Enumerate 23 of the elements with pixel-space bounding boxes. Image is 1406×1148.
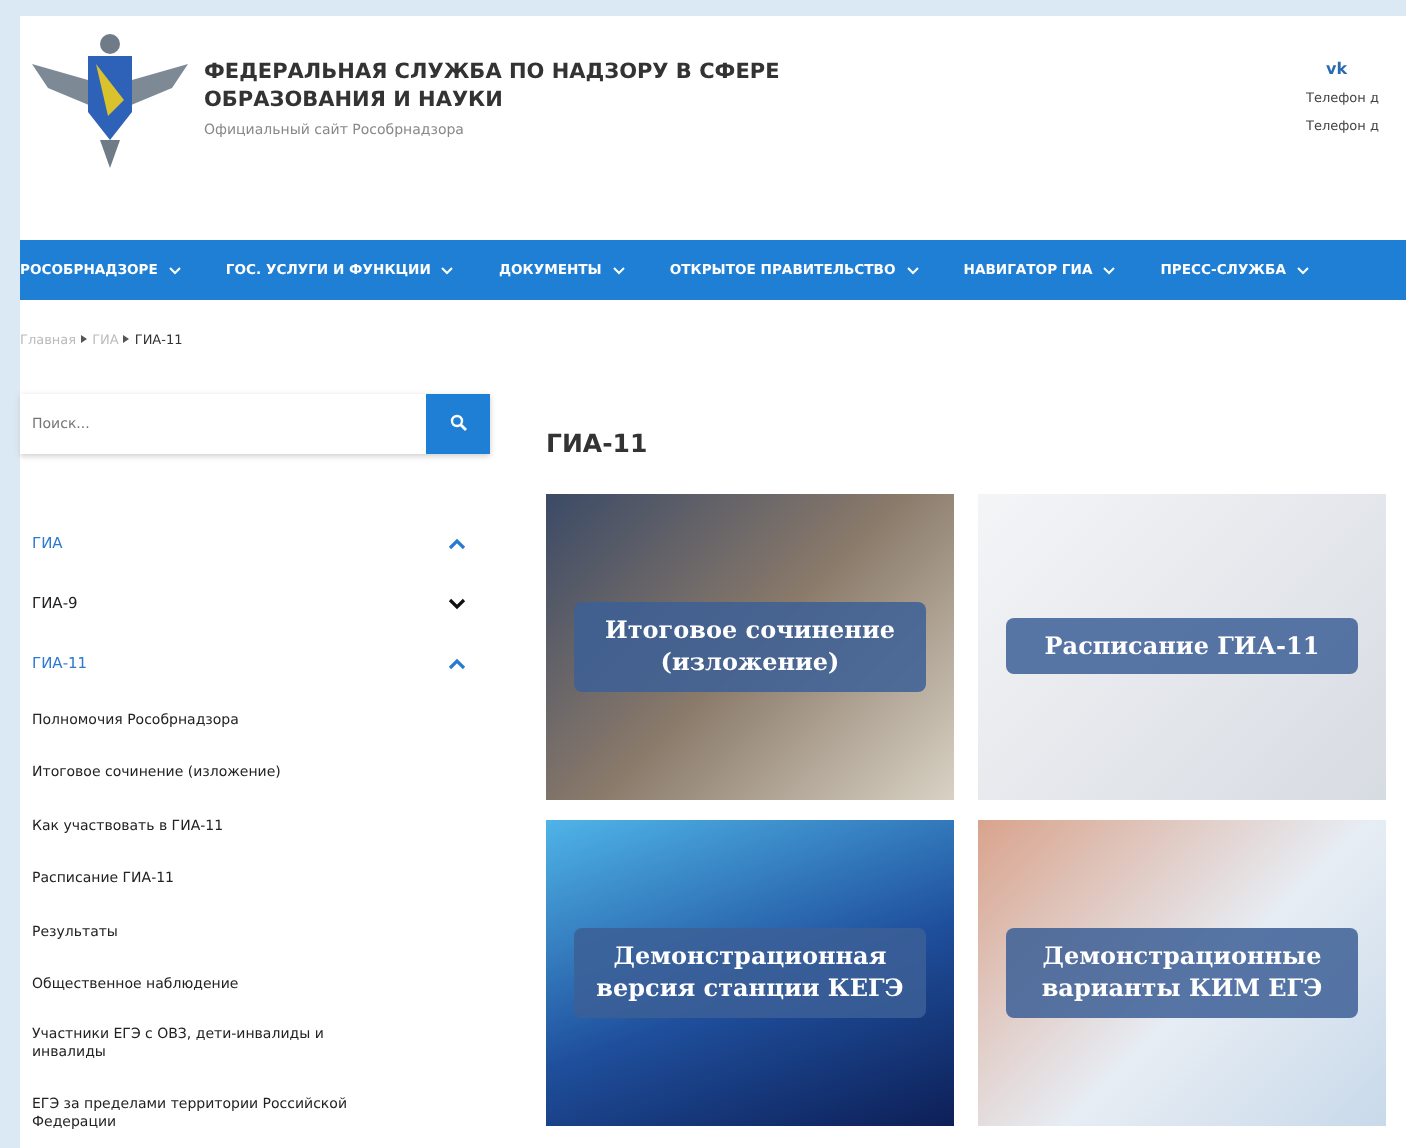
chevron-down-icon xyxy=(167,265,182,276)
search-button[interactable] xyxy=(426,393,490,454)
card-label: Итоговое сочинение (изложение) xyxy=(574,602,926,692)
chevron-down-icon xyxy=(1102,265,1117,276)
chevron-down-icon xyxy=(905,265,920,276)
page-heading: ГИА-11 xyxy=(546,427,650,458)
chevron-down-icon xyxy=(440,265,455,276)
site-title: ФЕДЕРАЛЬНАЯ СЛУЖБА ПО НАДЗОРУ В СФЕРЕ xyxy=(204,60,780,84)
photo-card[interactable]: Демонстрационная версия станции КЕГЭ xyxy=(546,819,954,1126)
photo-card[interactable]: Расписание ГИА-11 xyxy=(978,493,1386,800)
chevron-icon[interactable] xyxy=(448,597,466,610)
photo-card[interactable]: Демонстрационные варианты КИМ ЕГЭ xyxy=(978,819,1386,1126)
search-icon xyxy=(449,414,467,433)
chevron-down-icon xyxy=(1295,265,1310,276)
chevron-right-icon xyxy=(122,334,131,345)
card-label: Демонстрационные варианты КИМ ЕГЭ xyxy=(1006,928,1358,1018)
card-label: Демонстрационная версия станции КЕГЭ xyxy=(574,928,926,1018)
social-link[interactable]: vk xyxy=(1326,60,1348,78)
photo-card[interactable]: Итоговое сочинение (изложение) xyxy=(546,493,954,800)
chevron-down-icon xyxy=(611,265,626,276)
chevron-right-icon xyxy=(80,334,89,345)
site-title: ОБРАЗОВАНИЯ И НАУКИ xyxy=(204,88,505,112)
card-label: Расписание ГИА-11 xyxy=(1006,618,1358,675)
